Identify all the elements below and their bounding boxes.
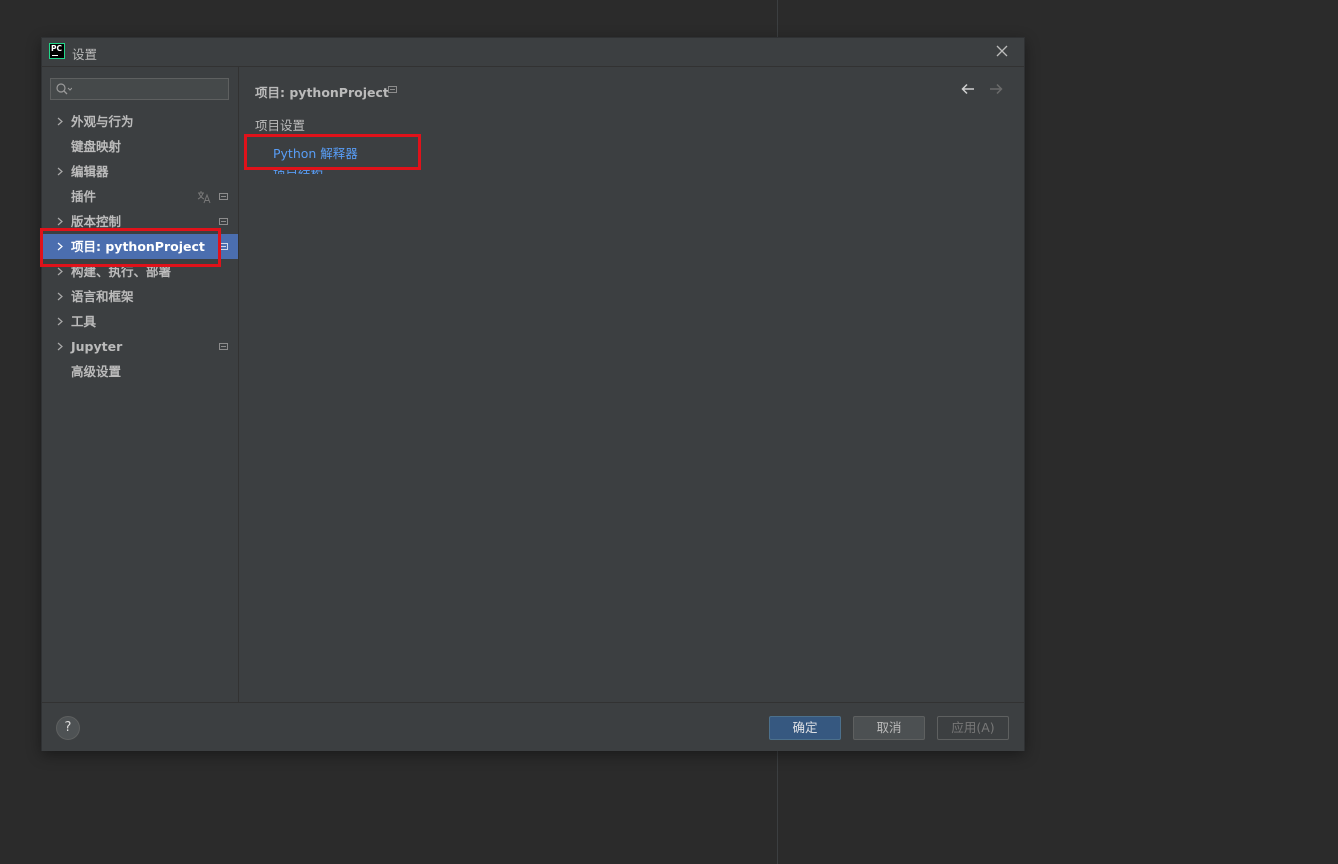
sidebar-item-appearance[interactable]: 外观与行为 xyxy=(42,109,238,134)
sidebar-item-label: 版本控制 xyxy=(71,214,122,229)
settings-dialog: PC 设置 外观与行为 键盘映射 编辑器 插件 版本控制 项目: pythonP… xyxy=(42,38,1024,751)
project-level-icon xyxy=(219,243,228,250)
chevron-right-icon[interactable] xyxy=(56,242,64,251)
title-bar: PC 设置 xyxy=(42,38,1024,67)
chevron-right-icon[interactable] xyxy=(56,167,64,176)
settings-content: 项目: pythonProject 项目设置 Python 解释器 项目结构 xyxy=(239,67,1024,702)
sidebar-item-label: 项目: pythonProject xyxy=(71,239,205,254)
settings-tree: 外观与行为 键盘映射 编辑器 插件 版本控制 项目: pythonProject… xyxy=(42,109,238,384)
sidebar-item-label: Jupyter xyxy=(71,339,123,354)
search-icon xyxy=(56,83,72,95)
breadcrumb: 项目: pythonProject xyxy=(255,85,389,100)
window-title: 设置 xyxy=(72,47,98,62)
translate-icon xyxy=(197,191,211,204)
close-icon[interactable] xyxy=(994,43,1010,59)
sidebar-item-version-control[interactable]: 版本控制 xyxy=(42,209,238,234)
sidebar-item-label: 键盘映射 xyxy=(71,139,122,154)
sidebar-item-build[interactable]: 构建、执行、部署 xyxy=(42,259,238,284)
sidebar-item-jupyter[interactable]: Jupyter xyxy=(42,334,238,359)
sidebar-item-label: 工具 xyxy=(71,314,97,329)
project-structure-link[interactable]: 项目结构 xyxy=(273,164,323,174)
apply-button[interactable]: 应用(A) xyxy=(937,716,1009,740)
arrow-right-icon[interactable] xyxy=(989,83,1003,95)
sidebar-item-label: 编辑器 xyxy=(71,164,109,179)
sidebar-item-tools[interactable]: 工具 xyxy=(42,309,238,334)
chevron-right-icon[interactable] xyxy=(56,342,64,351)
chevron-right-icon[interactable] xyxy=(56,317,64,326)
chevron-right-icon[interactable] xyxy=(56,292,64,301)
chevron-right-icon[interactable] xyxy=(56,267,64,276)
dialog-footer: ? 确定 取消 应用(A) xyxy=(42,702,1024,751)
app-icon-text: PC xyxy=(51,44,63,53)
sidebar-item-label: 语言和框架 xyxy=(71,289,134,304)
ok-button[interactable]: 确定 xyxy=(769,716,841,740)
sidebar-item-keymap[interactable]: 键盘映射 xyxy=(42,134,238,159)
search-input[interactable] xyxy=(50,78,229,100)
sidebar-item-label: 插件 xyxy=(71,189,97,204)
sidebar-item-editor[interactable]: 编辑器 xyxy=(42,159,238,184)
settings-sidebar: 外观与行为 键盘映射 编辑器 插件 版本控制 项目: pythonProject… xyxy=(42,67,239,702)
sidebar-item-advanced[interactable]: 高级设置 xyxy=(42,359,238,384)
sidebar-item-project[interactable]: 项目: pythonProject xyxy=(42,234,238,259)
chevron-right-icon[interactable] xyxy=(56,117,64,126)
pycharm-icon: PC xyxy=(49,43,65,59)
section-title: 项目设置 xyxy=(255,118,306,133)
project-level-icon xyxy=(219,218,228,225)
arrow-left-icon[interactable] xyxy=(961,83,975,95)
python-interpreter-link[interactable]: Python 解释器 xyxy=(273,143,358,162)
sidebar-item-languages[interactable]: 语言和框架 xyxy=(42,284,238,309)
sidebar-item-plugins[interactable]: 插件 xyxy=(42,184,238,209)
project-level-icon xyxy=(219,343,228,350)
chevron-right-icon[interactable] xyxy=(56,217,64,226)
sidebar-item-label: 构建、执行、部署 xyxy=(71,264,172,279)
help-button[interactable]: ? xyxy=(56,716,80,740)
sidebar-item-label: 外观与行为 xyxy=(71,114,134,129)
project-level-icon xyxy=(388,86,397,93)
sidebar-item-label: 高级设置 xyxy=(71,364,122,379)
project-level-icon xyxy=(219,193,228,200)
cancel-button[interactable]: 取消 xyxy=(853,716,925,740)
